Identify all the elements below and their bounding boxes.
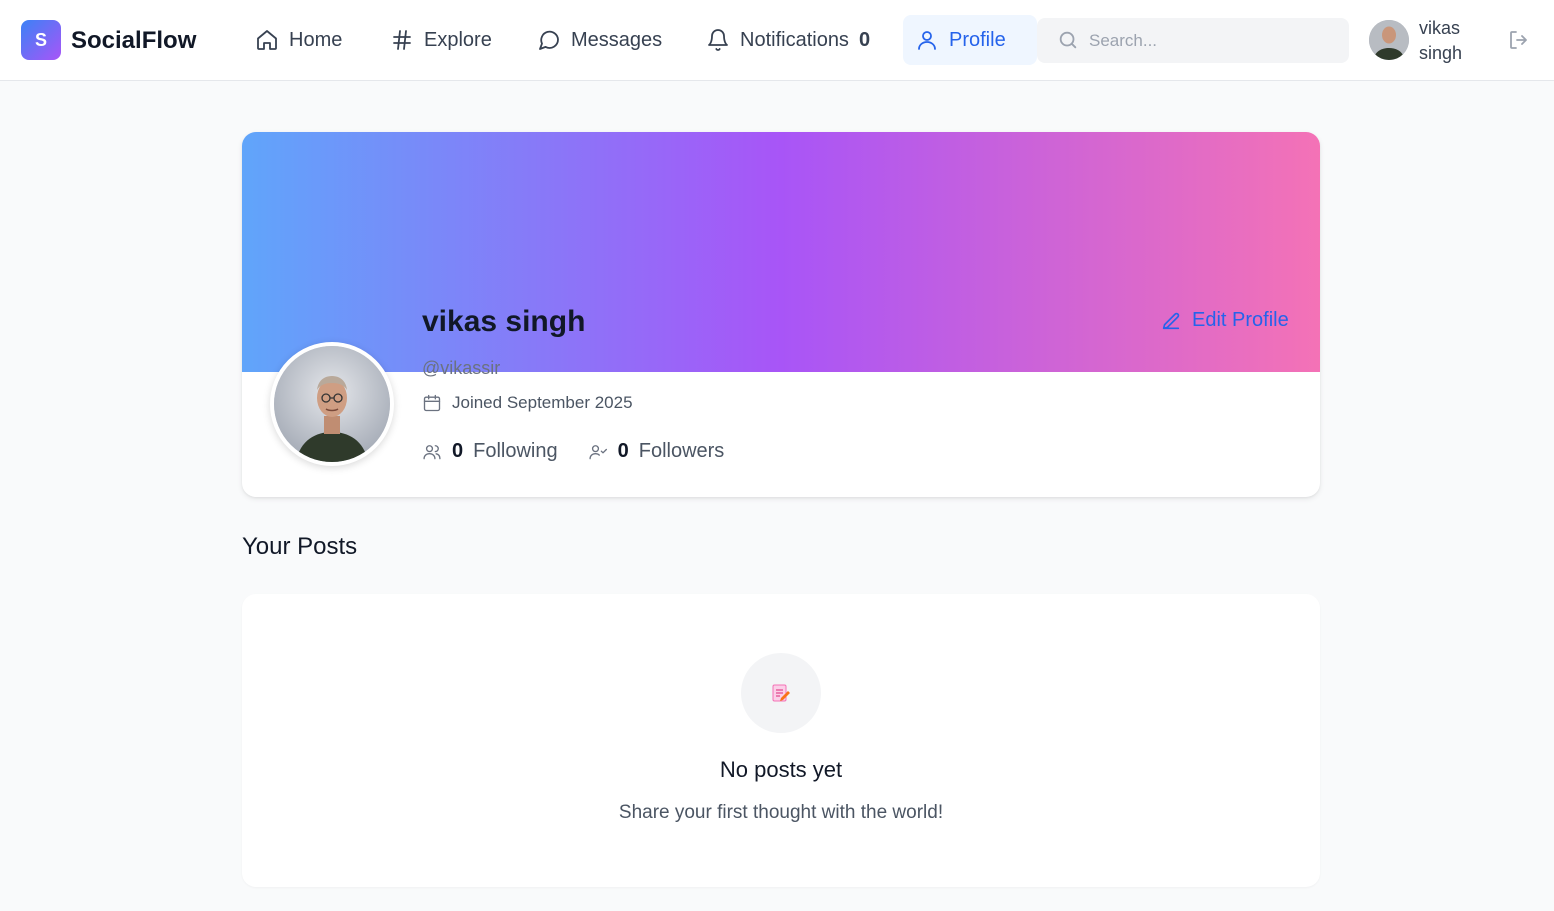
pencil-icon — [1162, 312, 1180, 329]
user-avatar[interactable] — [1369, 20, 1409, 60]
notification-count-badge: 0 — [858, 28, 871, 51]
following-label: Following — [473, 440, 558, 462]
followers-label: Followers — [638, 440, 725, 462]
profile-name: vikas singh — [422, 305, 586, 338]
nav-notifications-label: Notifications — [740, 28, 849, 51]
profile-handle: @vikassir — [422, 358, 501, 378]
memo-glyph-icon — [772, 684, 790, 702]
profile-cover — [242, 132, 1320, 372]
nav-explore[interactable]: Explore — [378, 15, 504, 65]
user-first-name: vikas — [1419, 18, 1461, 38]
logout-button[interactable] — [1507, 28, 1533, 54]
empty-state-title: No posts yet — [719, 757, 843, 782]
nav-profile-label: Profile — [949, 28, 1006, 51]
joined-date-text: Joined September 2025 — [452, 393, 633, 412]
posts-heading: Your Posts — [242, 533, 358, 560]
nav-messages[interactable]: Messages — [525, 15, 674, 65]
app-name[interactable]: SocialFlow — [71, 27, 196, 55]
edit-profile-label: Edit Profile — [1192, 309, 1289, 331]
avatar-photo-icon — [1369, 20, 1409, 60]
profile-stats: 0 Following 0 Followers — [422, 440, 724, 463]
logout-icon — [1510, 31, 1527, 49]
empty-state-subtitle: Share your first thought with the world! — [618, 802, 944, 823]
profile-avatar[interactable] — [270, 342, 394, 466]
users-icon — [423, 444, 441, 459]
bell-icon — [708, 29, 728, 51]
logo-icon[interactable]: S — [21, 20, 61, 60]
nav-home-label: Home — [289, 28, 343, 51]
hash-icon — [393, 30, 411, 50]
message-icon — [539, 30, 559, 50]
user-last-name: singh — [1419, 43, 1463, 63]
user-icon — [918, 31, 936, 50]
profile-card: vikas singh @vikassir Joined September 2… — [242, 132, 1320, 497]
nav-profile[interactable]: Profile — [903, 15, 1037, 65]
followers-stat[interactable]: 0 Followers — [588, 440, 725, 463]
search-icon — [1059, 31, 1077, 49]
nav-notifications[interactable]: Notifications 0 — [694, 15, 882, 65]
memo-icon — [741, 653, 821, 733]
search-input[interactable] — [1089, 18, 1339, 63]
following-count: 0 — [452, 440, 464, 462]
followers-count: 0 — [617, 440, 629, 462]
profile-photo-icon — [274, 346, 390, 462]
home-icon — [257, 30, 277, 50]
top-nav: S SocialFlow Home Explore Messages Notif… — [0, 0, 1554, 81]
joined-date: Joined September 2025 — [422, 393, 633, 413]
user-check-icon — [589, 444, 607, 459]
calendar-icon — [423, 394, 441, 412]
user-name[interactable]: vikas singh — [1419, 16, 1479, 66]
nav-explore-label: Explore — [424, 28, 492, 51]
nav-home[interactable]: Home — [243, 15, 354, 65]
nav-messages-label: Messages — [571, 28, 663, 51]
search-bar — [1037, 18, 1349, 63]
edit-profile-button[interactable]: Edit Profile — [1160, 309, 1289, 332]
posts-empty-state: No posts yet Share your first thought wi… — [242, 594, 1320, 887]
following-stat[interactable]: 0 Following — [422, 440, 558, 463]
